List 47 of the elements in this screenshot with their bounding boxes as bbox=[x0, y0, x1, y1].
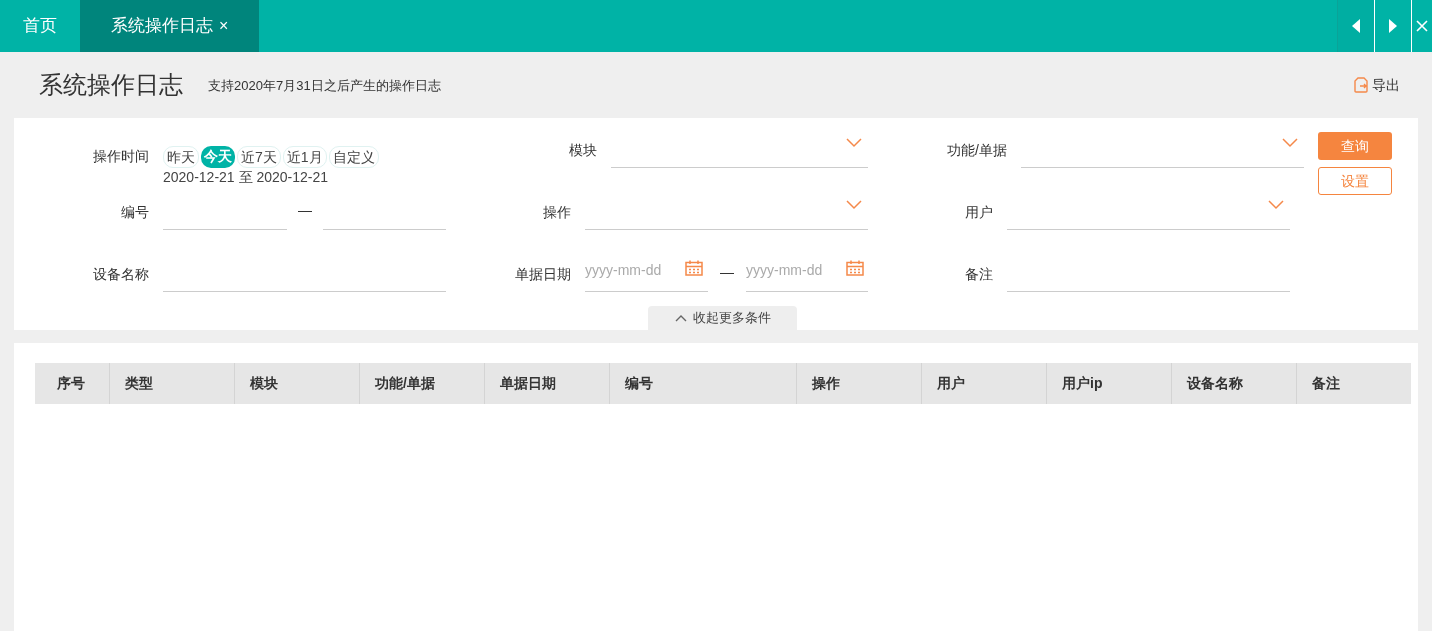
close-icon bbox=[1416, 20, 1428, 32]
field-label: 设备名称 bbox=[93, 265, 149, 284]
field-label: 用户 bbox=[965, 203, 993, 222]
page-subtitle: 支持2020年7月31日之后产生的操作日志 bbox=[208, 77, 441, 96]
triangle-left-icon bbox=[1352, 19, 1360, 33]
column-header: 功能/单据 bbox=[360, 363, 485, 404]
column-header: 模块 bbox=[235, 363, 360, 404]
column-header: 编号 bbox=[610, 363, 797, 404]
date-preset[interactable]: 自定义 bbox=[328, 146, 379, 168]
scroll-left-button[interactable] bbox=[1337, 0, 1374, 52]
column-header: 序号 bbox=[35, 363, 110, 404]
date-preset[interactable]: 近7天 bbox=[237, 146, 281, 168]
export-icon bbox=[1354, 77, 1368, 93]
column-header: 类型 bbox=[110, 363, 235, 404]
triangle-right-icon bbox=[1389, 19, 1397, 33]
field-label: 单据日期 bbox=[515, 265, 571, 284]
chevron-down-icon bbox=[1268, 200, 1284, 210]
close-icon[interactable]: × bbox=[219, 14, 229, 38]
range-separator: — bbox=[297, 201, 313, 220]
column-header: 用户 bbox=[922, 363, 1047, 404]
calendar-icon[interactable] bbox=[846, 260, 864, 276]
tab[interactable]: 系统操作日志 × bbox=[80, 0, 260, 52]
collapse-button[interactable]: 收起更多条件 bbox=[648, 306, 797, 330]
chevron-up-icon bbox=[674, 314, 687, 322]
date-range-text: 2020-12-21 至 2020-12-21 bbox=[163, 168, 329, 186]
calendar-icon[interactable] bbox=[685, 260, 703, 276]
column-header: 单据日期 bbox=[485, 363, 610, 404]
chevron-down-icon bbox=[846, 200, 862, 210]
field-label: 编号 bbox=[121, 203, 149, 222]
field-label: 备注 bbox=[965, 265, 993, 284]
export-button[interactable]: 导出 bbox=[1354, 74, 1400, 96]
page-title: 系统操作日志 bbox=[39, 70, 183, 100]
column-header: 备注 bbox=[1311, 374, 1341, 393]
chevron-down-icon bbox=[1282, 138, 1298, 148]
field-label: 功能/单据 bbox=[947, 141, 1007, 160]
field-label: 操作时间 bbox=[93, 147, 149, 166]
column-header: 设备名称 bbox=[1172, 363, 1297, 404]
field-label: 操作 bbox=[543, 203, 571, 222]
range-separator: — bbox=[719, 263, 735, 282]
chevron-down-icon bbox=[846, 138, 862, 148]
date-field[interactable]: yyyy-mm-dd bbox=[746, 260, 842, 281]
date-preset[interactable]: 近1月 bbox=[282, 146, 327, 168]
date-field[interactable]: yyyy-mm-dd bbox=[585, 260, 681, 281]
column-header: 用户ip bbox=[1047, 363, 1172, 404]
date-preset[interactable]: 昨天 bbox=[163, 146, 199, 168]
column-header: 操作 bbox=[797, 363, 922, 404]
field-label: 模块 bbox=[569, 141, 597, 160]
